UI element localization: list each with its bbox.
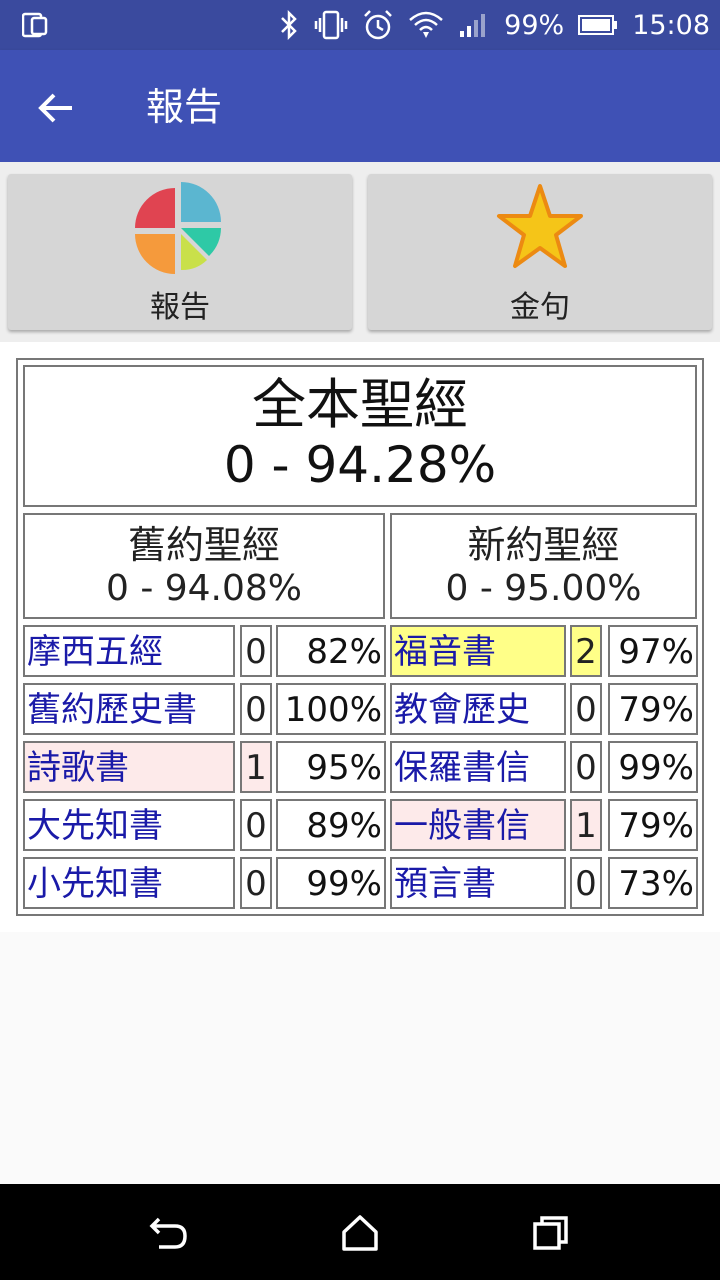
bluetooth-icon [281, 10, 297, 40]
app-bar: 報告 [0, 50, 720, 162]
report-button[interactable]: 報告 [8, 174, 352, 330]
new-group-percent: 73% [608, 857, 698, 909]
old-group-percent: 99% [276, 857, 386, 909]
report-table: 全本聖經 0 - 94.28% 舊約聖經 0 - 94.08% 新約聖經 0 -… [16, 358, 704, 916]
new-group-count: 1 [570, 799, 602, 851]
new-group-name[interactable]: 預言書 [390, 857, 566, 909]
new-group-count: 0 [570, 683, 602, 735]
home-nav-icon [342, 1215, 378, 1251]
new-testament-value: 0 - 95.00% [445, 568, 642, 609]
signal-icon [460, 14, 486, 37]
new-group-name[interactable]: 一般書信 [390, 799, 566, 851]
nav-back-button[interactable] [144, 1208, 194, 1258]
old-group-name[interactable]: 舊約歷史書 [23, 683, 235, 735]
report-button-label: 報告 [150, 290, 210, 325]
back-nav-icon [149, 1217, 187, 1249]
navigation-bar [0, 1184, 720, 1280]
new-group-count: 0 [570, 857, 602, 909]
old-group-name[interactable]: 小先知書 [23, 857, 235, 909]
new-testament-title: 新約聖經 [467, 523, 620, 567]
battery-icon [578, 15, 618, 35]
new-group-percent: 99% [608, 741, 698, 793]
old-group-percent: 95% [276, 741, 386, 793]
old-group-count: 0 [240, 799, 272, 851]
page-title: 報告 [146, 85, 223, 129]
recents-nav-icon [533, 1216, 568, 1250]
clock: 15:08 [632, 9, 710, 41]
old-group-percent: 100% [276, 683, 386, 735]
old-testament-title: 舊約聖經 [127, 523, 280, 567]
new-group-name[interactable]: 福音書 [390, 625, 566, 677]
old-group-percent: 82% [276, 625, 386, 677]
whole-bible-cell: 全本聖經 0 - 94.28% [23, 365, 697, 507]
old-group-count: 0 [240, 683, 272, 735]
whole-bible-value: 0 - 94.28% [223, 436, 497, 494]
vibrate-icon [314, 10, 348, 40]
nav-recents-button[interactable] [526, 1208, 576, 1258]
golden-verse-button[interactable]: 金句 [368, 174, 712, 330]
old-group-count: 0 [240, 625, 272, 677]
arrow-back-icon [38, 93, 72, 123]
alarm-icon [364, 10, 393, 40]
old-group-count: 1 [240, 741, 272, 793]
report-area: 全本聖經 0 - 94.28% 舊約聖經 0 - 94.08% 新約聖經 0 -… [0, 342, 720, 932]
old-group-count: 0 [240, 857, 272, 909]
new-group-count: 2 [570, 625, 602, 677]
nav-home-button[interactable] [335, 1208, 385, 1258]
new-testament-cell: 新約聖經 0 - 95.00% [390, 513, 697, 619]
wifi-icon [409, 11, 443, 38]
screen-icon [22, 12, 48, 38]
old-group-name[interactable]: 大先知書 [23, 799, 235, 851]
pie-chart-icon [135, 182, 221, 274]
battery-percent: 99% [504, 9, 565, 41]
back-button[interactable] [26, 78, 86, 138]
new-group-percent: 79% [608, 683, 698, 735]
new-group-percent: 97% [608, 625, 698, 677]
golden-verse-label: 金句 [510, 290, 570, 325]
old-testament-cell: 舊約聖經 0 - 94.08% [23, 513, 385, 619]
new-group-count: 0 [570, 741, 602, 793]
new-group-name[interactable]: 教會歷史 [390, 683, 566, 735]
old-group-name[interactable]: 摩西五經 [23, 625, 235, 677]
new-group-name[interactable]: 保羅書信 [390, 741, 566, 793]
old-group-percent: 89% [276, 799, 386, 851]
status-icons: 99% 15:08 [278, 0, 710, 50]
status-bar: 99% 15:08 [0, 0, 720, 50]
new-group-percent: 79% [608, 799, 698, 851]
whole-bible-title: 全本聖經 [252, 373, 468, 436]
star-icon [497, 184, 583, 268]
old-testament-value: 0 - 94.08% [105, 568, 303, 609]
old-group-name[interactable]: 詩歌書 [23, 741, 235, 793]
button-area: 報告 金句 [0, 162, 720, 342]
